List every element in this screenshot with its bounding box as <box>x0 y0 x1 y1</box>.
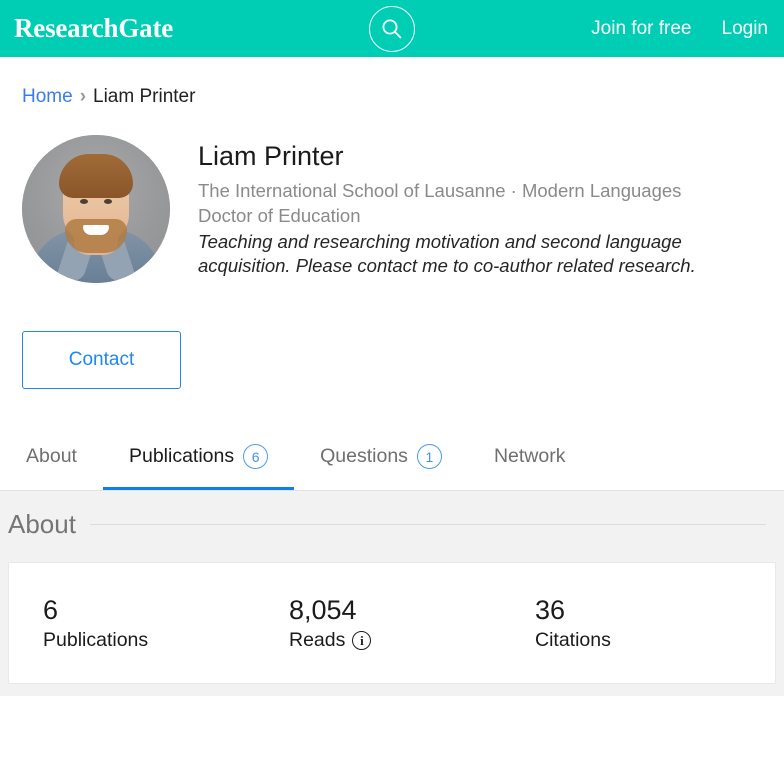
section-divider <box>89 524 766 525</box>
stat-publications-value: 6 <box>43 594 59 625</box>
profile-summary: Liam Printer The International School of… <box>0 108 784 283</box>
tab-publications[interactable]: Publications 6 <box>102 423 295 490</box>
profile-tabs: About Publications 6 Questions 1 Network <box>0 423 784 491</box>
about-section-header: About <box>0 509 784 540</box>
profile-text-block: Liam Printer The International School of… <box>198 135 778 283</box>
tab-about[interactable]: About <box>22 423 103 490</box>
tab-questions-label: Questions <box>320 445 408 467</box>
tab-publications-badge: 6 <box>243 444 269 469</box>
profile-bio: Teaching and researching motivation and … <box>198 230 696 277</box>
stat-reads-label: Reads <box>289 629 346 652</box>
stat-publications: 6 Publications <box>43 594 289 652</box>
stat-citations-value: 36 <box>535 594 566 625</box>
join-for-free-link[interactable]: Join for free <box>591 18 691 40</box>
search-icon <box>379 16 405 42</box>
avatar-eye-left <box>80 199 88 204</box>
contact-button-row: Contact <box>0 283 784 389</box>
page-title: Liam Printer <box>198 141 344 171</box>
chevron-right-icon: › <box>79 85 87 107</box>
top-header-bar: ResearchGate Join for free Login <box>0 0 784 57</box>
breadcrumb-current: Liam Printer <box>93 86 196 107</box>
avatar-smile <box>83 225 109 235</box>
stat-citations: 36 Citations <box>535 594 611 652</box>
search-button[interactable] <box>369 6 415 52</box>
avatar-eye-right <box>104 199 112 204</box>
stat-publications-label: Publications <box>43 629 149 652</box>
tab-questions-badge: 1 <box>416 444 442 469</box>
stat-publications-label-row: Publications <box>43 629 289 652</box>
stats-card: 6 Publications 8,054 Reads i 36 Citation… <box>8 562 776 684</box>
about-section-title: About <box>8 509 76 539</box>
stat-citations-label: Citations <box>535 629 611 652</box>
profile-affiliation: The International School of Lausanne · M… <box>198 180 682 202</box>
tab-about-label: About <box>26 445 77 467</box>
breadcrumb-home-link[interactable]: Home <box>22 86 73 108</box>
top-nav-links: Join for free Login <box>591 0 768 57</box>
stat-reads: 8,054 Reads i <box>289 594 535 652</box>
stat-citations-label-row: Citations <box>535 629 611 652</box>
contact-button[interactable]: Contact <box>22 331 181 389</box>
tab-network[interactable]: Network <box>468 423 592 490</box>
tab-network-label: Network <box>493 445 566 467</box>
researchgate-logo[interactable]: ResearchGate <box>14 15 173 42</box>
about-section: About 6 Publications 8,054 Reads i 36 Ci… <box>0 491 784 696</box>
profile-degree: Doctor of Education <box>198 204 361 226</box>
breadcrumb: Home › Liam Printer <box>0 57 784 108</box>
stat-reads-label-row: Reads i <box>289 629 535 652</box>
avatar[interactable] <box>22 135 170 283</box>
stat-reads-value: 8,054 <box>289 594 357 625</box>
login-link[interactable]: Login <box>722 18 769 40</box>
tab-publications-label: Publications <box>128 445 235 467</box>
info-icon[interactable]: i <box>352 631 372 651</box>
tab-questions[interactable]: Questions 1 <box>294 423 468 490</box>
avatar-hair <box>59 154 133 198</box>
